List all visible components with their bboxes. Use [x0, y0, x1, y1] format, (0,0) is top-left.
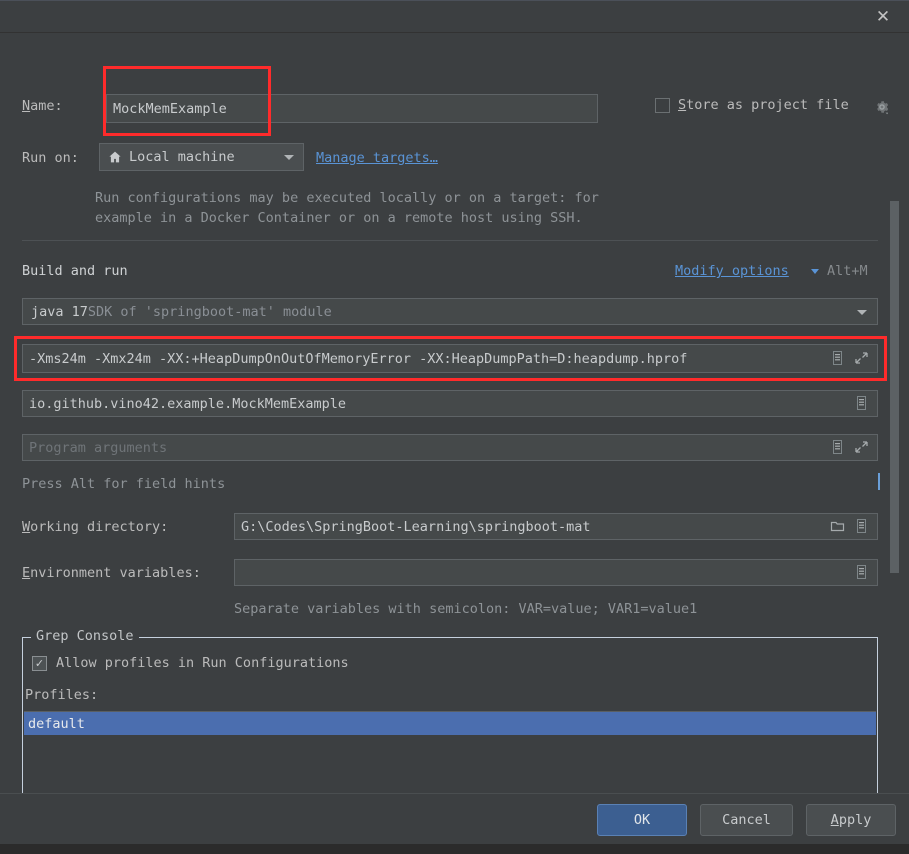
vm-options-value: -Xms24m -Xmx24m -XX:+HeapDumpOnOutOfMemo…: [29, 351, 687, 367]
working-directory-label: Working directory:: [22, 519, 168, 535]
main-class-input[interactable]: io.github.vino42.example.MockMemExample: [22, 390, 878, 417]
macro-insert-icon[interactable]: [854, 518, 869, 534]
macro-insert-icon[interactable]: [854, 395, 869, 411]
expand-diagonal-icon[interactable]: [854, 350, 869, 366]
name-label: Name:: [22, 98, 63, 114]
run-on-selected-value: Local machine: [129, 149, 235, 165]
program-arguments-input[interactable]: Program arguments: [22, 434, 878, 461]
run-on-description: Run configurations may be executed local…: [95, 188, 695, 228]
modify-options-link[interactable]: Modify options: [675, 263, 789, 279]
vertical-scrollbar-thumb[interactable]: [890, 201, 899, 573]
manage-targets-link[interactable]: Manage targets…: [316, 150, 438, 166]
working-directory-field-icons: [830, 518, 869, 534]
grep-console-legend: Grep Console: [31, 628, 139, 644]
macro-insert-icon[interactable]: [830, 350, 845, 366]
allow-profiles-label: Allow profiles in Run Configurations: [56, 655, 349, 671]
section-divider: [22, 240, 878, 241]
name-input[interactable]: MockMemExample: [106, 94, 598, 123]
apply-button[interactable]: Apply: [806, 804, 896, 836]
store-as-project-file-row[interactable]: Store as project file: [655, 97, 849, 113]
ok-button[interactable]: OK: [597, 804, 687, 836]
expand-diagonal-icon[interactable]: [854, 439, 869, 455]
env-browse-icon[interactable]: [854, 564, 869, 580]
build-and-run-title: Build and run: [22, 263, 128, 279]
dialog-title-bar: ✕: [0, 0, 909, 33]
home-icon: [108, 150, 122, 164]
macro-insert-icon[interactable]: [830, 439, 845, 455]
vm-options-field-icons: [830, 350, 869, 366]
environment-variables-label: Environment variables:: [22, 565, 201, 581]
working-directory-input[interactable]: G:\Codes\SpringBoot-Learning\springboot-…: [234, 513, 878, 540]
run-configuration-form: Name: MockMemExample Store as project fi…: [0, 33, 909, 793]
main-class-field-icons: [854, 395, 869, 411]
program-arguments-field-icons: [830, 439, 869, 455]
modify-options-shortcut: Alt+M: [827, 263, 868, 279]
window-bottom-edge: [0, 844, 909, 854]
allow-profiles-checkbox[interactable]: ✓: [32, 656, 47, 671]
chevron-down-icon: [857, 310, 867, 315]
run-on-dropdown[interactable]: Local machine: [99, 143, 304, 171]
run-on-description-line1: Run configurations may be executed local…: [95, 188, 695, 208]
run-on-label: Run on:: [22, 150, 79, 166]
sdk-version-label: java 17: [31, 304, 88, 320]
sdk-module-label: SDK of 'springboot-mat' module: [88, 304, 332, 320]
list-item[interactable]: default: [24, 712, 876, 735]
allow-profiles-row[interactable]: ✓ Allow profiles in Run Configurations: [32, 655, 349, 671]
cancel-button[interactable]: Cancel: [700, 804, 793, 836]
store-as-project-file-checkbox[interactable]: [655, 98, 670, 113]
name-input-value: MockMemExample: [113, 101, 227, 117]
field-hints-text: Press Alt for field hints: [22, 476, 225, 492]
text-caret: [878, 473, 880, 490]
environment-variables-field-icons: [854, 564, 869, 580]
jre-sdk-dropdown[interactable]: java 17 SDK of 'springboot-mat' module: [22, 298, 878, 325]
profiles-label: Profiles:: [25, 687, 98, 703]
program-arguments-placeholder: Program arguments: [29, 440, 167, 456]
store-as-project-file-label: Store as project file: [678, 97, 849, 113]
titlebar-top-accent: [0, 0, 909, 1]
chevron-down-icon: [811, 269, 819, 274]
main-class-value: io.github.vino42.example.MockMemExample: [29, 396, 346, 412]
run-on-description-line2: example in a Docker Container or on a re…: [95, 208, 695, 228]
chevron-down-icon: [284, 155, 294, 160]
vm-options-input[interactable]: -Xms24m -Xmx24m -XX:+HeapDumpOnOutOfMemo…: [22, 344, 878, 373]
environment-variables-hint: Separate variables with semicolon: VAR=v…: [234, 601, 697, 617]
close-icon[interactable]: ✕: [865, 3, 901, 31]
folder-browse-icon[interactable]: [830, 518, 845, 534]
working-directory-value: G:\Codes\SpringBoot-Learning\springboot-…: [241, 519, 591, 535]
environment-variables-input[interactable]: [234, 559, 878, 586]
